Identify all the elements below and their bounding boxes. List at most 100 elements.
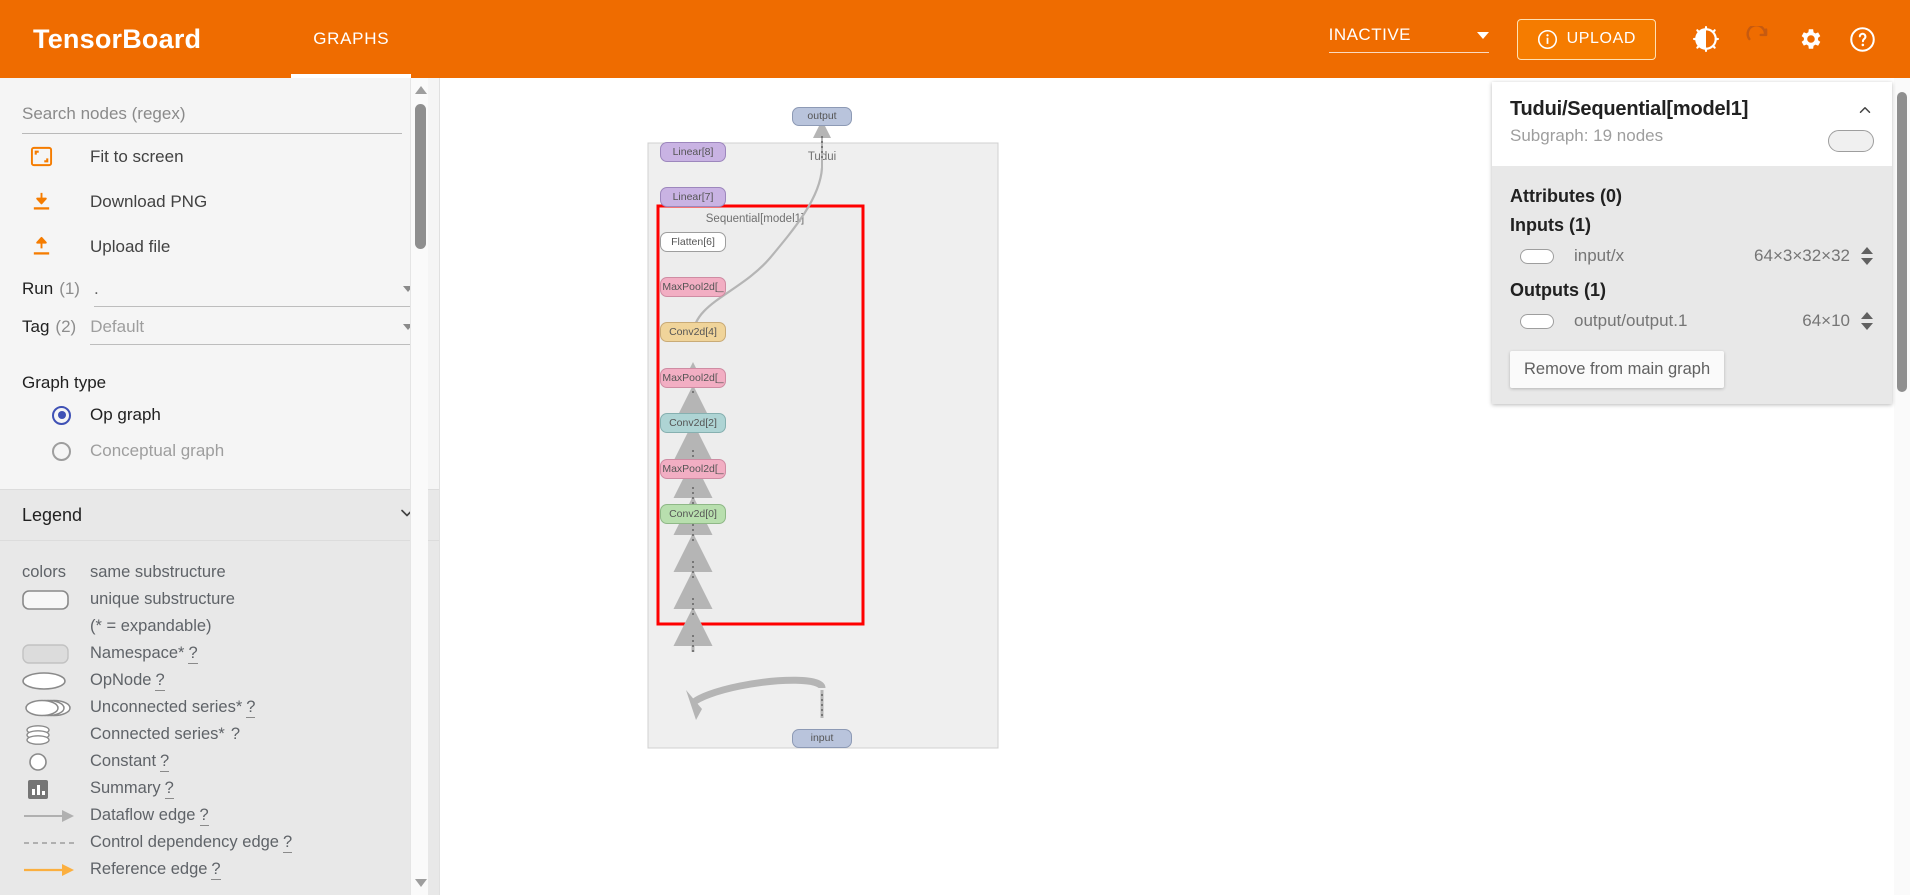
ellipse-icon	[1520, 248, 1554, 264]
radio-conceptual-graph[interactable]: Conceptual graph	[52, 433, 413, 469]
help-link[interactable]: ?	[246, 698, 256, 718]
input-shape: 64×3×32×32	[1754, 246, 1850, 265]
legend-label: OpNode	[90, 671, 152, 689]
tag-count: (2)	[55, 317, 77, 336]
stepper-down-icon[interactable]	[1860, 258, 1873, 265]
run-state-selector[interactable]: INACTIVE	[1328, 25, 1489, 53]
radio-op-graph-label: Op graph	[90, 405, 161, 424]
help-link[interactable]: ?	[188, 644, 198, 664]
run-selector-row: Run (1) .	[22, 279, 413, 307]
legend-row-reference-edge: Reference edge ?	[22, 856, 417, 883]
canvas-scrollbar-thumb[interactable]	[1897, 92, 1907, 392]
radio-op-graph[interactable]: Op graph	[52, 397, 413, 433]
legend-row-opnode: OpNode ?	[22, 667, 417, 694]
scroll-down-arrow-icon[interactable]	[415, 879, 427, 887]
help-link[interactable]: ?	[211, 860, 221, 880]
tag-selector-row: Tag (2) Default	[22, 317, 413, 345]
colors-value-label: same substructure	[90, 563, 226, 581]
fit-to-screen-label: Fit to screen	[90, 146, 184, 166]
chevron-down-icon	[1476, 31, 1489, 39]
graph-node-input[interactable]: input	[792, 728, 852, 748]
help-link[interactable]: ?	[164, 779, 174, 799]
legend-row-connected-series: Connected series* ?	[22, 721, 417, 748]
graph-node-output[interactable]: output	[792, 106, 852, 126]
input-shape-stepper[interactable]	[1859, 247, 1874, 265]
graph-node-6[interactable]: Conv2d[2]	[660, 413, 726, 433]
graph-node-8[interactable]: Conv2d[0]	[660, 504, 726, 524]
graph-node-3[interactable]: MaxPool2d[_	[660, 277, 726, 297]
graph-node-label: MaxPool2d[_	[662, 372, 724, 384]
search-input[interactable]	[22, 100, 402, 134]
legend-label: Dataflow edge	[90, 806, 196, 824]
help-link[interactable]: ?	[231, 725, 240, 744]
legend-row-unique-substructure: unique substructure	[22, 586, 417, 613]
stepper-down-icon[interactable]	[1860, 323, 1873, 330]
outputs-title: Outputs (1)	[1510, 280, 1606, 300]
reload-icon[interactable]	[1743, 24, 1773, 54]
help-link[interactable]: ?	[155, 671, 165, 691]
download-png-button[interactable]: Download PNG	[24, 179, 413, 224]
chevron-up-icon[interactable]	[1856, 101, 1874, 119]
graph-node-label: MaxPool2d[_	[662, 281, 724, 293]
arrow-gray-icon	[22, 806, 84, 826]
legend-row-dataflow-edge: Dataflow edge ?	[22, 802, 417, 829]
graph-node-1[interactable]: Linear[7]	[660, 187, 726, 207]
legend-label: Control dependency edge	[90, 833, 279, 851]
inputs-title: Inputs (1)	[1510, 215, 1591, 235]
stacked-ellipse-icon	[22, 697, 84, 719]
legend-section-toggle[interactable]: Legend	[0, 489, 439, 541]
help-link[interactable]: ?	[160, 752, 170, 772]
legend-label: Namespace*	[90, 644, 185, 662]
rounded-rect-filled-icon	[22, 643, 84, 665]
upload-file-button[interactable]: Upload file	[24, 224, 413, 269]
help-circle-icon[interactable]	[1847, 24, 1877, 54]
sidebar-scrollbar[interactable]	[410, 78, 428, 895]
legend-row-constant: Constant ?	[22, 748, 417, 775]
stepper-up-icon[interactable]	[1860, 312, 1873, 319]
ellipse-icon	[1520, 313, 1554, 329]
settings-gear-icon[interactable]	[1795, 24, 1825, 54]
canvas-scrollbar[interactable]	[1894, 78, 1910, 895]
tab-graphs[interactable]: GRAPHS	[291, 0, 412, 78]
graph-type-title: Graph type	[22, 373, 107, 392]
graph-node-2[interactable]: Flatten[6]	[660, 232, 726, 252]
legend-title: Legend	[22, 504, 83, 525]
run-dropdown[interactable]: .	[93, 279, 413, 307]
run-count: (1)	[59, 279, 80, 298]
brightness-icon[interactable]	[1691, 24, 1721, 54]
output-row[interactable]: output/output.1 64×10	[1510, 305, 1874, 337]
graph-node-label: input	[810, 732, 834, 744]
dashed-line-icon	[22, 833, 84, 853]
sidebar-scrollbar-thumb[interactable]	[415, 104, 426, 249]
radio-conceptual-graph-label: Conceptual graph	[90, 441, 225, 460]
stepper-up-icon[interactable]	[1860, 247, 1873, 254]
graph-node-0[interactable]: Linear[8]	[660, 142, 726, 162]
legend-row-control-dependency-edge: Control dependency edge ?	[22, 829, 417, 856]
radio-selected-icon	[52, 405, 71, 425]
graph-node-4[interactable]: Conv2d[4]	[660, 322, 726, 342]
legend-row-expandable-note: (* = expandable)	[22, 613, 417, 640]
legend-row-unconnected-series: Unconnected series* ?	[22, 694, 417, 721]
help-link[interactable]: ?	[199, 806, 209, 826]
summary-chart-icon	[22, 777, 84, 801]
scroll-up-arrow-icon[interactable]	[415, 86, 427, 94]
remove-from-main-graph-button[interactable]: Remove from main graph	[1510, 351, 1725, 388]
attributes-title: Attributes (0)	[1510, 186, 1622, 206]
fit-to-screen-button[interactable]: Fit to screen	[24, 134, 413, 179]
sidebar-controls: Fit to screen Download PNG Upload file R…	[0, 78, 439, 469]
tag-label: Tag	[22, 317, 50, 336]
header-right-controls: INACTIVE UPLOAD	[1328, 18, 1888, 60]
small-circle-icon	[22, 751, 84, 773]
graph-node-5[interactable]: MaxPool2d[_	[660, 368, 726, 388]
legend-row-summary: Summary ?	[22, 775, 417, 802]
output-shape-stepper[interactable]	[1859, 312, 1874, 330]
upload-button[interactable]: UPLOAD	[1516, 18, 1656, 60]
help-link[interactable]: ?	[282, 833, 293, 853]
legend-label: Reference edge	[90, 860, 208, 878]
legend-label: Connected series*	[90, 725, 225, 743]
app-header: TensorBoard GRAPHS INACTIVE UPLOAD	[0, 0, 1910, 78]
rounded-rect-outline-icon	[22, 589, 84, 611]
graph-node-7[interactable]: MaxPool2d[_	[660, 459, 726, 479]
input-row[interactable]: input/x 64×3×32×32	[1510, 240, 1874, 272]
tag-dropdown[interactable]: Default	[90, 317, 413, 345]
